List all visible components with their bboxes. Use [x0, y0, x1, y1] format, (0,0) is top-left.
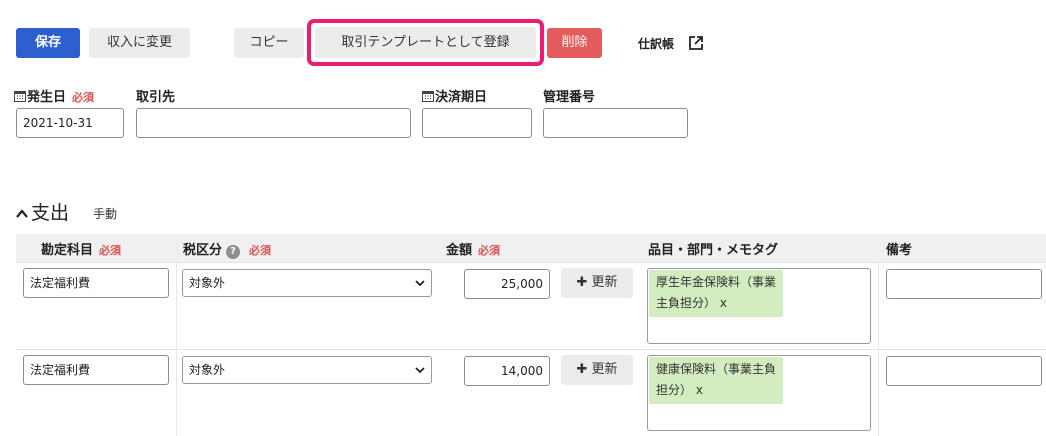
tag-area[interactable]: 厚生年金保険料（事業主負担分） x [647, 268, 871, 344]
memo-tag[interactable]: 厚生年金保険料（事業主負担分） x [649, 270, 783, 317]
save-button[interactable]: 保存 [16, 28, 80, 58]
plus-icon: ✚ [576, 362, 588, 377]
partner-input[interactable] [136, 108, 411, 138]
issue-date-label: 発生日 必須 [14, 86, 94, 105]
settlement-date-input[interactable] [422, 108, 532, 138]
change-to-income-button[interactable]: 収入に変更 [89, 28, 190, 58]
management-number-label: 管理番号 [543, 90, 596, 105]
row-divider [16, 349, 1046, 350]
amount-input[interactable]: 14,000 [464, 356, 550, 386]
settlement-date-label: 決済期日 [422, 86, 487, 105]
header-note: 備考 [886, 243, 913, 258]
help-icon[interactable]: ? [226, 245, 241, 259]
header-items: 品目・部門・メモタグ [648, 243, 779, 258]
issue-date-text: 発生日 [27, 90, 67, 105]
section-title: 支出 [31, 202, 70, 224]
header-tax: 税区分? 必須 [183, 243, 272, 259]
update-button[interactable]: ✚ 更新 [561, 355, 633, 385]
copy-button[interactable]: コピー [234, 28, 304, 58]
partner-label: 取引先 [136, 90, 176, 105]
delete-button[interactable]: 削除 [547, 28, 602, 58]
header-account: 勘定科目 必須 [41, 243, 122, 258]
section-mode: 手動 [93, 207, 118, 221]
journal-link-label: 仕訳帳 [638, 37, 675, 51]
plus-icon: ✚ [576, 275, 588, 290]
settlement-date-text: 決済期日 [435, 90, 488, 105]
tax-select[interactable]: 対象外 [182, 356, 432, 384]
external-link-icon[interactable] [688, 35, 704, 51]
account-input[interactable]: 法定福利費 [23, 355, 169, 385]
amount-input[interactable]: 25,000 [464, 269, 550, 299]
note-input[interactable] [886, 269, 1042, 299]
tag-area[interactable]: 健康保険料（事業主負担分） x [647, 355, 871, 431]
memo-tag[interactable]: 健康保険料（事業主負担分） x [649, 357, 783, 404]
issue-date-input[interactable]: 2021-10-31 [16, 108, 124, 138]
required-badge: 必須 [72, 91, 95, 104]
column-divider [878, 262, 879, 436]
account-input[interactable]: 法定福利費 [23, 268, 169, 298]
calendar-icon [422, 91, 434, 102]
row-divider [16, 262, 1046, 263]
column-divider [176, 262, 177, 436]
update-button[interactable]: ✚ 更新 [561, 268, 633, 298]
management-number-input[interactable] [543, 108, 688, 138]
tax-select[interactable]: 対象外 [182, 269, 432, 297]
chevron-down-icon [415, 280, 425, 287]
calendar-icon [14, 91, 26, 102]
chevron-down-icon [415, 367, 425, 374]
note-input[interactable] [886, 356, 1042, 386]
tax-select-value: 対象外 [189, 363, 226, 377]
header-amount: 金額 必須 [446, 243, 501, 258]
register-template-button[interactable]: 取引テンプレートとして登録 [315, 27, 536, 58]
chevron-up-icon[interactable] [15, 207, 29, 219]
journal-link[interactable]: 仕訳帳 [638, 35, 674, 52]
tax-select-value: 対象外 [189, 276, 226, 290]
